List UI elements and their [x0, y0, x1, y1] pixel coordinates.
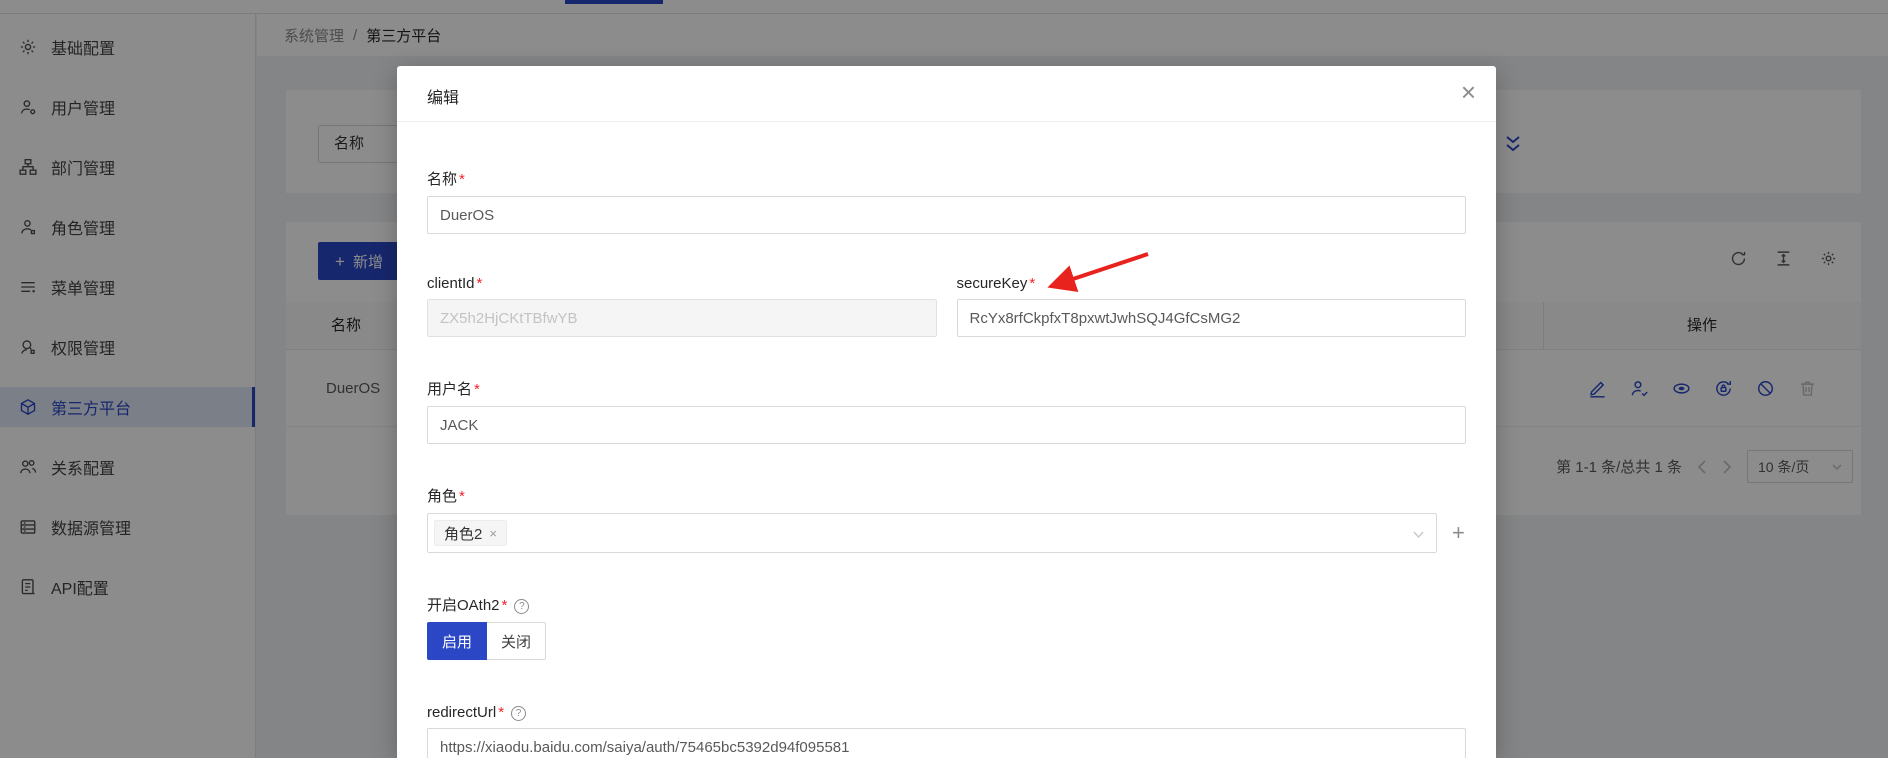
- name-field-group: 名称*: [427, 168, 1466, 234]
- securekey-label: secureKey*: [957, 275, 1467, 292]
- clientid-field-group: clientId*: [427, 275, 937, 337]
- add-role-icon[interactable]: +: [1452, 522, 1465, 544]
- role-label: 角色*: [427, 485, 1466, 506]
- role-tag-label: 角色2: [444, 523, 482, 544]
- modal-body: 名称* clientId* secureKey* 用户名* 角色* 角色2: [397, 122, 1496, 758]
- required-mark: *: [502, 597, 508, 614]
- client-secure-row: clientId* secureKey*: [427, 275, 1466, 337]
- required-mark: *: [459, 171, 465, 188]
- required-mark: *: [477, 275, 483, 292]
- help-icon[interactable]: ?: [511, 706, 526, 721]
- tag-close-icon[interactable]: ×: [489, 526, 497, 541]
- securekey-field-group: secureKey*: [957, 275, 1467, 337]
- modal-title: 编辑: [427, 90, 459, 107]
- required-mark: *: [459, 488, 465, 505]
- modal-header: 编辑 ×: [397, 66, 1496, 122]
- oauth2-label: 开启OAth2*?: [427, 594, 1466, 615]
- name-input[interactable]: [427, 196, 1466, 234]
- securekey-input[interactable]: [957, 299, 1467, 337]
- redirecturl-input[interactable]: [427, 728, 1466, 758]
- role-field-group: 角色* 角色2 × +: [427, 485, 1466, 553]
- required-mark: *: [498, 704, 504, 721]
- redirecturl-label: redirectUrl*?: [427, 704, 1466, 721]
- username-input[interactable]: [427, 406, 1466, 444]
- clientid-label: clientId*: [427, 275, 937, 292]
- role-select[interactable]: 角色2 ×: [427, 513, 1437, 553]
- oauth2-radio-group: 启用 关闭: [427, 622, 1466, 660]
- username-field-group: 用户名*: [427, 378, 1466, 444]
- close-icon[interactable]: ×: [1461, 74, 1476, 110]
- required-mark: *: [474, 381, 480, 398]
- oauth2-enable-button[interactable]: 启用: [427, 622, 487, 660]
- clientid-input: [427, 299, 937, 337]
- username-label: 用户名*: [427, 378, 1466, 399]
- oauth2-disable-button[interactable]: 关闭: [487, 622, 546, 660]
- edit-modal: 编辑 × 名称* clientId* secureKey* 用户名* 角色*: [397, 66, 1496, 758]
- name-label: 名称*: [427, 168, 1466, 189]
- oauth2-field-group: 开启OAth2*? 启用 关闭: [427, 594, 1466, 660]
- help-icon[interactable]: ?: [514, 599, 529, 614]
- required-mark: *: [1029, 275, 1035, 292]
- chevron-down-icon: [1413, 531, 1424, 538]
- redirecturl-field-group: redirectUrl*?: [427, 704, 1466, 758]
- role-tag: 角色2 ×: [434, 520, 507, 546]
